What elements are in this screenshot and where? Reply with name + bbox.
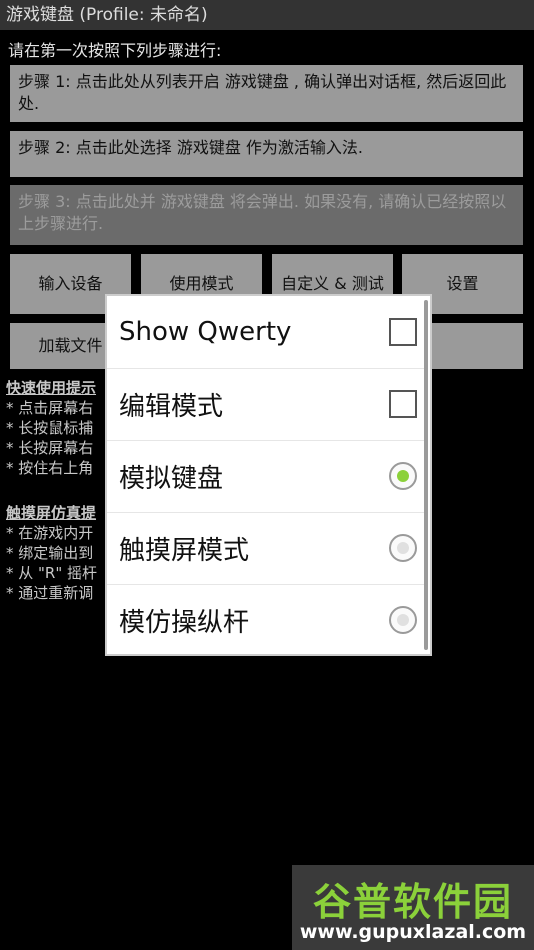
option-label: 编辑模式 <box>119 391 224 422</box>
watermark-url: www.gupuxlazal.com <box>299 921 527 943</box>
touch-tip-line: * 在游戏内开 <box>6 524 94 542</box>
option-joystick-mode[interactable]: 模仿操纵杆 <box>107 584 425 656</box>
quick-tip-line: * 按住右上角 <box>6 459 94 477</box>
touch-tip-line: * 绑定输出到 <box>6 544 94 562</box>
quick-tip-line: * 点击屏幕右 <box>6 399 94 417</box>
title-bar: 游戏键盘 (Profile: 未命名) <box>0 0 534 30</box>
quick-tip-line: * 长按屏幕右 <box>6 439 94 457</box>
option-edit-mode[interactable]: 编辑模式 <box>107 368 425 441</box>
option-label: 模仿操纵杆 <box>119 607 250 638</box>
checkbox-unchecked-icon[interactable] <box>389 318 417 346</box>
option-label: Show Qwerty <box>119 317 292 347</box>
watermark-logo: 谷普软件园 <box>312 880 513 924</box>
radio-unselected-icon[interactable] <box>389 534 417 562</box>
quick-tips-section: 快速使用提示 * 点击屏幕右 * 长按鼠标捕 * 长按屏幕右 * 按住右上角 <box>6 378 96 478</box>
option-emulate-keyboard[interactable]: 模拟键盘 <box>107 440 425 513</box>
touch-tip-line: * 从 "R" 摇杆 <box>6 564 98 582</box>
option-label: 模拟键盘 <box>119 463 224 494</box>
option-touchscreen-mode[interactable]: 触摸屏模式 <box>107 512 425 585</box>
watermark: 谷普软件园 www.gupuxlazal.com <box>292 865 534 950</box>
intro-text: 请在第一次按照下列步骤进行: <box>8 41 222 60</box>
step-2-button[interactable]: 步骤 2: 点击此处选择 游戏键盘 作为激活输入法. <box>10 131 523 177</box>
checkbox-unchecked-icon[interactable] <box>389 390 417 418</box>
step-3-button[interactable]: 步骤 3: 点击此处并 游戏键盘 将会弹出. 如果没有, 请确认已经按照以上步骤… <box>10 185 523 245</box>
touch-tips-section: 触摸屏仿真提 * 在游戏内开 * 绑定输出到 * 从 "R" 摇杆 * 通过重新… <box>6 503 97 603</box>
radio-selected-icon[interactable] <box>389 462 417 490</box>
quick-tips-heading[interactable]: 快速使用提示 <box>6 378 96 398</box>
step-1-button[interactable]: 步骤 1: 点击此处从列表开启 游戏键盘 , 确认弹出对话框, 然后返回此处. <box>10 65 523 122</box>
touch-tips-heading[interactable]: 触摸屏仿真提 <box>6 503 97 523</box>
option-show-qwerty[interactable]: Show Qwerty <box>107 296 425 369</box>
options-dialog: Show Qwerty 编辑模式 模拟键盘 触摸屏模式 模仿操纵杆 <box>105 294 432 656</box>
option-label: 触摸屏模式 <box>119 535 250 566</box>
dialog-scrollbar[interactable] <box>424 300 428 650</box>
radio-unselected-icon[interactable] <box>389 606 417 634</box>
touch-tip-line: * 通过重新调 <box>6 584 94 602</box>
quick-tip-line: * 长按鼠标捕 <box>6 419 94 437</box>
